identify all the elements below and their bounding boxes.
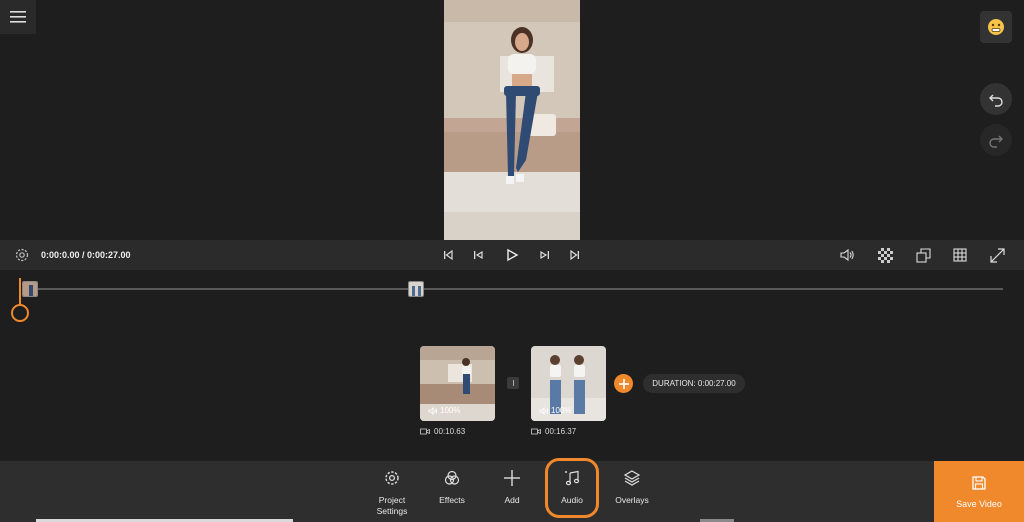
effects-icon bbox=[444, 470, 460, 485]
step-back-icon bbox=[474, 250, 483, 260]
settings-gear-icon bbox=[385, 471, 399, 485]
transition-button[interactable] bbox=[507, 377, 519, 389]
menu-icon bbox=[10, 11, 26, 23]
timeline-scrubber[interactable] bbox=[0, 270, 1024, 330]
timeline-marker-clip-1[interactable] bbox=[22, 281, 38, 297]
project-settings-button[interactable]: Project Settings bbox=[362, 469, 422, 517]
fullscreen-icon bbox=[989, 247, 1005, 263]
preview-area bbox=[0, 0, 1024, 240]
background-button[interactable] bbox=[877, 247, 893, 263]
music-note-icon bbox=[565, 470, 580, 486]
grid-icon bbox=[953, 248, 967, 262]
bottom-toolbar: Project Settings Effects Add Audio Overl… bbox=[0, 461, 1024, 522]
checker-bg-icon bbox=[877, 247, 893, 263]
playback-bar: 0:00:0.00 / 0:00:27.00 bbox=[0, 240, 1024, 270]
project-settings-label: Project Settings bbox=[376, 495, 408, 516]
effects-button[interactable]: Effects bbox=[422, 469, 482, 506]
add-button[interactable]: Add bbox=[482, 469, 542, 506]
emoji-icon bbox=[988, 19, 1004, 35]
total-duration-badge: DURATION: 0:00:27.00 bbox=[643, 374, 745, 393]
video-preview bbox=[444, 0, 580, 240]
clip-duration-label: 00:10.63 bbox=[434, 427, 466, 436]
overlays-button[interactable]: Overlays bbox=[602, 469, 662, 506]
aspect-ratio-icon bbox=[915, 247, 931, 263]
save-video-label: Save Video bbox=[956, 498, 1002, 509]
volume-icon bbox=[840, 248, 854, 262]
clip-thumbnail-2[interactable]: 100% bbox=[531, 346, 606, 421]
redo-button[interactable] bbox=[980, 124, 1012, 156]
menu-button[interactable] bbox=[0, 0, 36, 34]
playhead-handle[interactable] bbox=[11, 304, 29, 322]
save-disk-icon bbox=[972, 475, 986, 490]
plus-icon bbox=[618, 378, 629, 389]
grid-button[interactable] bbox=[952, 247, 968, 263]
audio-button[interactable]: Audio bbox=[542, 469, 602, 506]
add-label: Add bbox=[504, 495, 520, 505]
redo-icon bbox=[989, 135, 1003, 148]
clip-volume-label: 100% bbox=[551, 406, 572, 415]
settings-gear-icon[interactable] bbox=[14, 247, 30, 263]
skip-end-icon bbox=[570, 249, 579, 261]
volume-icon bbox=[539, 406, 549, 415]
volume-icon bbox=[428, 406, 438, 415]
overlays-label: Overlays bbox=[615, 495, 649, 505]
play-icon bbox=[507, 248, 519, 262]
play-button[interactable] bbox=[504, 247, 520, 263]
time-readout: 0:00:0.00 / 0:00:27.00 bbox=[41, 250, 131, 260]
skip-to-end-button[interactable] bbox=[567, 247, 583, 263]
scrub-track[interactable] bbox=[22, 288, 1003, 290]
clip-duration-2: 00:16.37 bbox=[531, 427, 576, 436]
video-camera-icon bbox=[420, 428, 430, 435]
effects-label: Effects bbox=[439, 495, 465, 505]
undo-button[interactable] bbox=[980, 83, 1012, 115]
skip-to-start-button[interactable] bbox=[440, 247, 456, 263]
layers-icon bbox=[623, 470, 641, 486]
undo-icon bbox=[989, 94, 1003, 107]
clip-volume-2: 100% bbox=[539, 406, 571, 415]
fullscreen-button[interactable] bbox=[989, 247, 1005, 263]
audio-label: Audio bbox=[561, 495, 583, 505]
clip-volume-label: 100% bbox=[440, 406, 461, 415]
step-back-button[interactable] bbox=[470, 247, 486, 263]
emoji-button[interactable] bbox=[980, 11, 1012, 43]
clips-area: 100% 00:10.63 100% 00:16.37 DURATION: 0:… bbox=[0, 330, 1024, 460]
add-clip-button[interactable] bbox=[614, 374, 633, 393]
timeline-marker-clip-2[interactable] bbox=[408, 281, 424, 297]
clip-thumbnail-1[interactable]: 100% bbox=[420, 346, 495, 421]
step-forward-button[interactable] bbox=[537, 247, 553, 263]
aspect-ratio-button[interactable] bbox=[915, 247, 931, 263]
playhead[interactable] bbox=[19, 278, 21, 304]
volume-button[interactable] bbox=[839, 247, 855, 263]
step-forward-icon bbox=[540, 250, 549, 260]
clip-volume-1: 100% bbox=[428, 406, 460, 415]
clip-duration-label: 00:16.37 bbox=[545, 427, 577, 436]
plus-icon bbox=[504, 470, 520, 486]
clip-duration-1: 00:10.63 bbox=[420, 427, 465, 436]
save-video-button[interactable]: Save Video bbox=[934, 461, 1024, 522]
skip-start-icon bbox=[444, 249, 453, 261]
video-camera-icon bbox=[531, 428, 541, 435]
